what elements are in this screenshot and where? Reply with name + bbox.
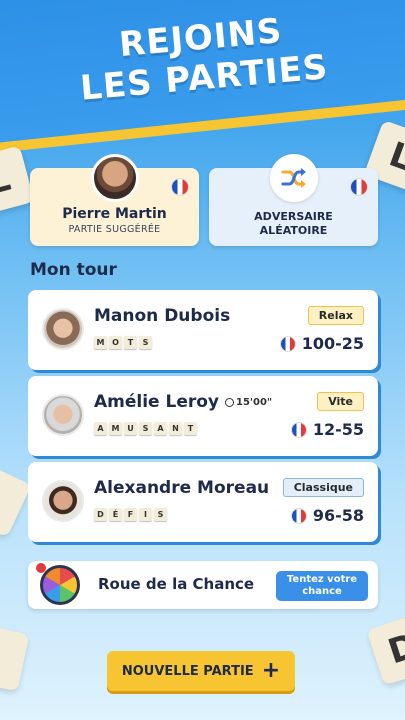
plus-icon: + — [261, 658, 281, 683]
suggested-player-name: Pierre Martin — [62, 206, 167, 222]
suggested-game-card[interactable]: Pierre Martin PARTIE SUGGÉRÉE — [30, 154, 199, 246]
random-opponent-label: ADVERSAIRE ALÉATOIRE — [254, 210, 333, 237]
avatar — [42, 308, 84, 350]
player-name: Alexandre Moreau — [94, 478, 270, 498]
random-opponent-card[interactable]: ADVERSAIRE ALÉATOIRE — [209, 154, 378, 246]
player-name: Manon Dubois — [94, 306, 231, 326]
shuffle-icon — [269, 154, 318, 202]
decorative-letter-tile: D — [366, 612, 405, 686]
mode-badge: Relax — [307, 306, 364, 325]
player-name: Amélie Leroy 15'00" — [94, 392, 273, 412]
avatar — [42, 394, 84, 436]
section-title: Mon tour — [30, 260, 117, 280]
clock-icon — [225, 397, 235, 407]
mode-badge: Classique — [282, 478, 364, 497]
word-tiles: AM US AN T — [94, 422, 197, 435]
score: 12-55 — [290, 420, 364, 439]
suggested-subtitle: PARTIE SUGGÉRÉE — [68, 224, 161, 235]
french-flag-icon — [171, 178, 189, 196]
avatar — [90, 154, 139, 202]
french-flag-icon — [290, 507, 307, 524]
try-luck-button[interactable]: Tentez votre chance — [276, 571, 368, 601]
timer: 15'00" — [225, 397, 272, 408]
wheel-of-fortune-card[interactable]: Roue de la Chance Tentez votre chance — [28, 561, 378, 609]
word-tiles: DÉ FI S — [94, 508, 167, 521]
word-tiles: MO TS — [94, 336, 152, 349]
french-flag-icon — [279, 335, 296, 352]
game-card[interactable]: Manon Dubois MO TS Relax 100-25 — [28, 290, 378, 370]
game-card[interactable]: Amélie Leroy 15'00" AM US AN T Vite 12-5… — [28, 376, 378, 456]
french-flag-icon — [290, 421, 307, 438]
wheel-icon — [40, 565, 80, 605]
avatar — [42, 480, 84, 522]
french-flag-icon — [350, 178, 368, 196]
quick-match-options: Pierre Martin PARTIE SUGGÉRÉE ADVERSAIRE… — [30, 154, 378, 246]
decorative-letter-tile — [0, 460, 32, 538]
new-game-label: NOUVELLE PARTIE — [121, 663, 254, 679]
wheel-title: Roue de la Chance — [98, 575, 255, 593]
game-list: Manon Dubois MO TS Relax 100-25 Amélie L… — [28, 290, 378, 548]
game-card[interactable]: Alexandre Moreau DÉ FI S Classique 96-58 — [28, 462, 378, 542]
score: 100-25 — [279, 334, 364, 353]
score: 96-58 — [290, 506, 364, 525]
mode-badge: Vite — [317, 392, 364, 411]
notification-dot-icon — [36, 563, 46, 573]
decorative-letter-tile — [0, 622, 30, 692]
new-game-button[interactable]: NOUVELLE PARTIE + — [107, 651, 295, 691]
